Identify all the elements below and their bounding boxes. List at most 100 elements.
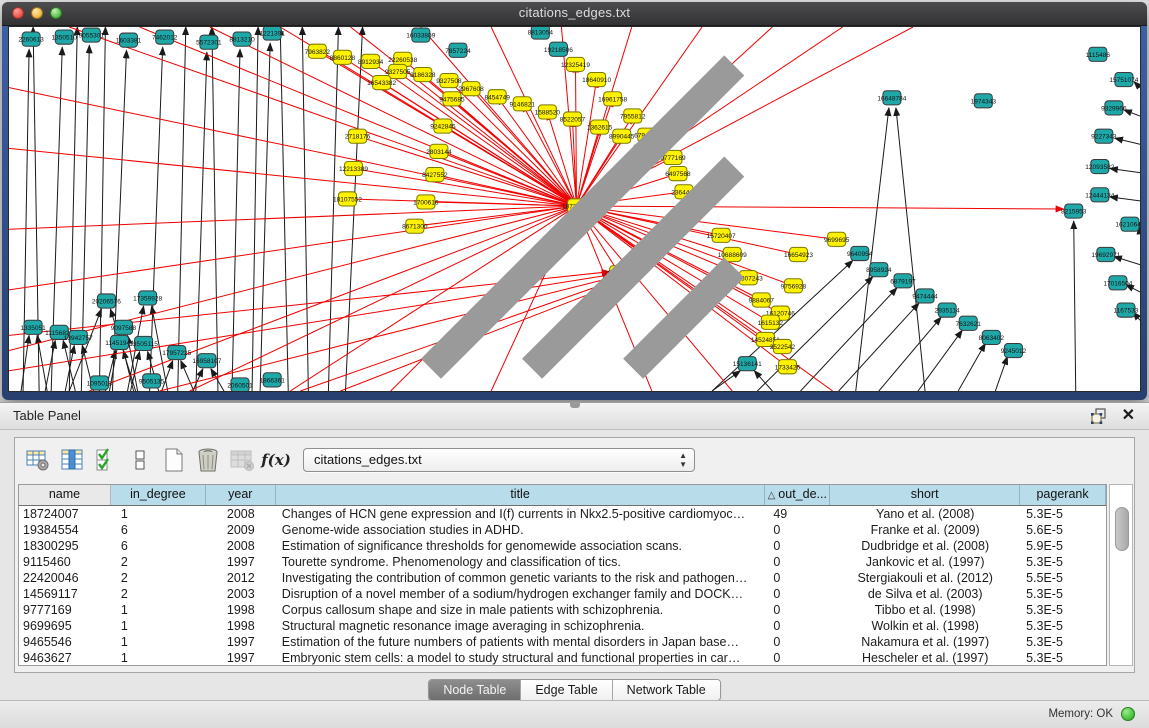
select-columns-icon[interactable] xyxy=(55,445,89,475)
table-row[interactable]: 911546021997Tourette syndrome. Phenomeno… xyxy=(19,554,1106,570)
table-row[interactable]: 1938455462009Genome-wide association stu… xyxy=(19,522,1106,538)
column-header-out_de[interactable]: △out_de... xyxy=(765,485,830,505)
function-builder-icon[interactable]: f(x) xyxy=(259,445,293,475)
cell-name: 9463627 xyxy=(19,650,111,666)
column-header-year[interactable]: year xyxy=(206,485,276,505)
cell-out_de: 0 xyxy=(765,538,830,554)
cell-short: de Silva et al. (2003) xyxy=(830,586,1020,602)
cell-in_degree: 1 xyxy=(111,618,206,634)
window-title: citations_edges.txt xyxy=(2,5,1147,20)
resize-grip[interactable] xyxy=(7,25,1138,389)
delete-rows-trash-icon[interactable] xyxy=(191,445,225,475)
cell-name: 14569117 xyxy=(19,586,111,602)
table-row[interactable]: 2242004622012Investigating the contribut… xyxy=(19,570,1106,586)
cell-out_de: 0 xyxy=(765,650,830,666)
cell-pagerank: 5.6E-5 xyxy=(1020,522,1106,538)
column-header-in_degree[interactable]: in_degree xyxy=(111,485,206,505)
cell-short: Nakamura et al. (1997) xyxy=(830,634,1020,650)
cell-year: 2012 xyxy=(206,570,276,586)
cell-title: Corpus callosum shape and size in male p… xyxy=(276,602,766,618)
table-panel-header: Table Panel ✕ xyxy=(0,403,1149,430)
table-select-value: citations_edges.txt xyxy=(314,452,422,467)
table-panel: Table Panel ✕ xyxy=(0,402,1149,701)
cell-pagerank: 5.3E-5 xyxy=(1020,554,1106,570)
cell-name: 18724007 xyxy=(19,506,111,522)
cell-pagerank: 5.3E-5 xyxy=(1020,618,1106,634)
column-header-name[interactable]: name xyxy=(19,485,111,505)
cell-title: Investigating the contribution of common… xyxy=(276,570,766,586)
row-height-icon[interactable] xyxy=(123,445,157,475)
close-panel-icon[interactable]: ✕ xyxy=(1122,405,1135,425)
cell-out_de: 0 xyxy=(765,522,830,538)
splitter-handle[interactable] xyxy=(570,403,580,408)
scrollbar-thumb[interactable] xyxy=(1115,507,1129,551)
cell-pagerank: 5.9E-5 xyxy=(1020,538,1106,554)
table-row[interactable]: 1456911722003Disruption of a novel membe… xyxy=(19,586,1106,602)
cell-in_degree: 1 xyxy=(111,634,206,650)
cell-title: Estimation of significance thresholds fo… xyxy=(276,538,766,554)
cell-in_degree: 6 xyxy=(111,522,206,538)
cell-in_degree: 6 xyxy=(111,538,206,554)
window-titlebar[interactable]: citations_edges.txt xyxy=(2,2,1147,26)
new-table-icon[interactable] xyxy=(157,445,191,475)
table-row[interactable]: 969969511998Structural magnetic resonanc… xyxy=(19,618,1106,634)
cell-in_degree: 1 xyxy=(111,602,206,618)
cell-name: 9465546 xyxy=(19,634,111,650)
table-row[interactable]: 946554611997Estimation of the future num… xyxy=(19,634,1106,650)
table-row[interactable]: 977716911998Corpus callosum shape and si… xyxy=(19,602,1106,618)
table-toolbar: f(x) citations_edges.txt ▲▼ xyxy=(15,438,1134,482)
cell-title: Changes of HCN gene expression and I(f) … xyxy=(276,506,766,522)
table-row[interactable]: 1872400712008Changes of HCN gene express… xyxy=(19,506,1106,522)
table-row[interactable]: 1830029562008Estimation of significance … xyxy=(19,538,1106,554)
table-settings-icon[interactable] xyxy=(21,445,55,475)
cell-name: 19384554 xyxy=(19,522,111,538)
column-header-pagerank[interactable]: pagerank xyxy=(1020,485,1106,505)
cell-year: 2009 xyxy=(206,522,276,538)
cell-title: Estimation of the future numbers of pati… xyxy=(276,634,766,650)
cell-in_degree: 2 xyxy=(111,570,206,586)
memory-status-label: Memory: OK xyxy=(1048,708,1113,720)
cell-out_de: 0 xyxy=(765,602,830,618)
table-vertical-scrollbar[interactable] xyxy=(1109,484,1133,666)
column-header-short[interactable]: short xyxy=(830,485,1020,505)
cell-pagerank: 5.3E-5 xyxy=(1020,634,1106,650)
status-bar: Memory: OK xyxy=(0,700,1149,728)
cell-title: Disruption of a novel member of a sodium… xyxy=(276,586,766,602)
cell-short: Tibbo et al. (1998) xyxy=(830,602,1020,618)
cell-name: 9699695 xyxy=(19,618,111,634)
tab-node-table[interactable]: Node Table xyxy=(429,680,521,700)
cell-name: 22420046 xyxy=(19,570,111,586)
cell-pagerank: 5.3E-5 xyxy=(1020,602,1106,618)
table-header-row: namein_degreeyeartitle△out_de...shortpag… xyxy=(19,485,1106,506)
cell-in_degree: 1 xyxy=(111,650,206,666)
node-table[interactable]: namein_degreeyeartitle△out_de...shortpag… xyxy=(18,484,1107,666)
memory-ok-indicator xyxy=(1121,707,1135,721)
column-header-title[interactable]: title xyxy=(276,485,766,505)
network-window: citations_edges.txt 18724007796382288601… xyxy=(2,2,1147,400)
cell-pagerank: 5.3E-5 xyxy=(1020,650,1106,666)
cell-out_de: 0 xyxy=(765,634,830,650)
cell-out_de: 0 xyxy=(765,570,830,586)
cell-short: Hescheler et al. (1997) xyxy=(830,650,1020,666)
network-canvas[interactable]: 1872400779638228860128891293422260538932… xyxy=(8,26,1141,392)
cell-name: 9777169 xyxy=(19,602,111,618)
cell-year: 2008 xyxy=(206,538,276,554)
table-row[interactable]: 946362711997Embryonic stem cells: a mode… xyxy=(19,650,1106,666)
cell-title: Genome-wide association studies in ADHD. xyxy=(276,522,766,538)
cell-in_degree: 2 xyxy=(111,586,206,602)
cell-pagerank: 5.3E-5 xyxy=(1020,506,1106,522)
select-rows-check-icon[interactable] xyxy=(89,445,123,475)
float-panel-icon[interactable] xyxy=(1091,408,1107,424)
cell-name: 9115460 xyxy=(19,554,111,570)
dropdown-arrows-icon: ▲▼ xyxy=(679,451,687,469)
cell-in_degree: 2 xyxy=(111,554,206,570)
tab-edge-table[interactable]: Edge Table xyxy=(521,680,612,700)
cell-pagerank: 5.5E-5 xyxy=(1020,570,1106,586)
cell-name: 18300295 xyxy=(19,538,111,554)
table-select-dropdown[interactable]: citations_edges.txt ▲▼ xyxy=(303,448,695,472)
cell-pagerank: 5.3E-5 xyxy=(1020,586,1106,602)
cell-year: 1998 xyxy=(206,618,276,634)
tab-network-table[interactable]: Network Table xyxy=(613,680,720,700)
cell-out_de: 0 xyxy=(765,554,830,570)
cell-out_de: 0 xyxy=(765,586,830,602)
